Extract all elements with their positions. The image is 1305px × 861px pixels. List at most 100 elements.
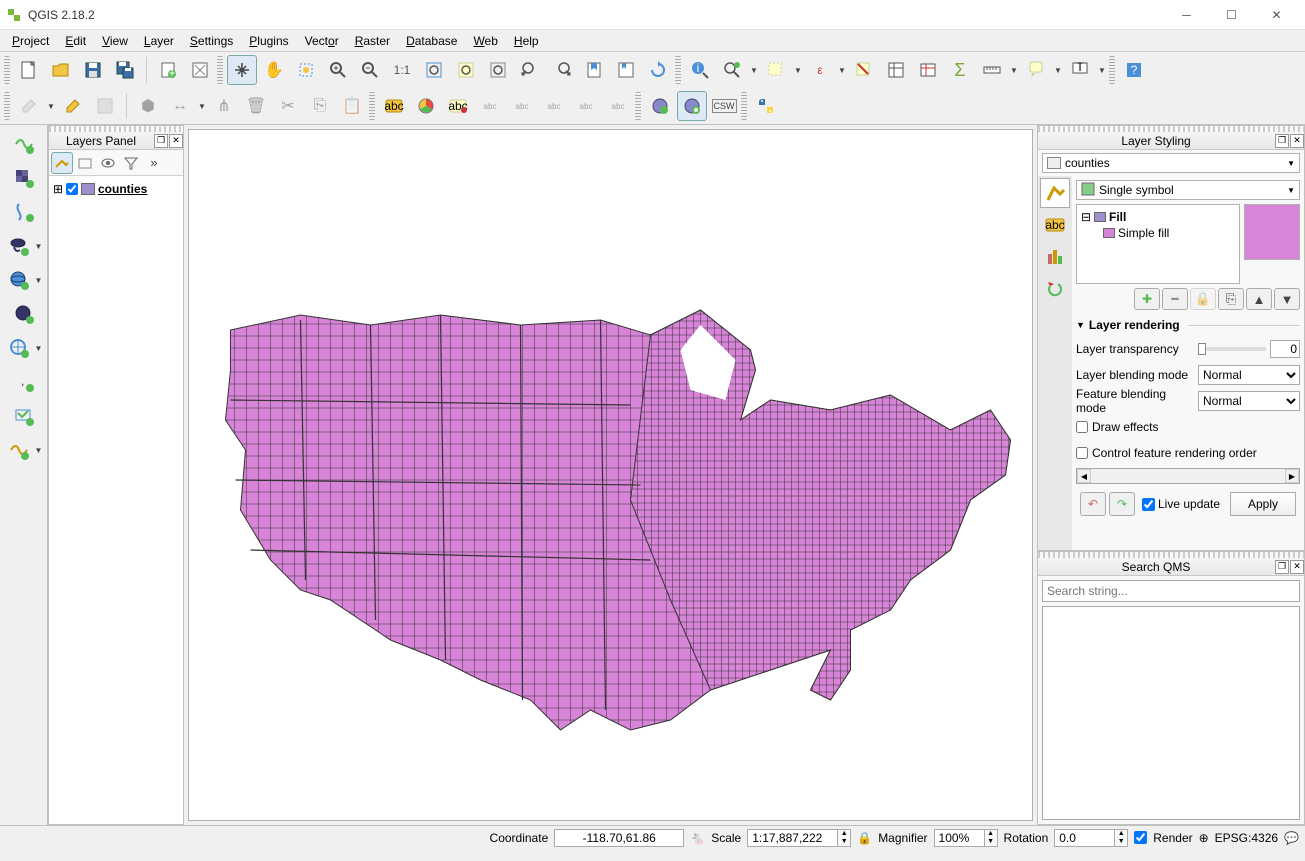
undo-tab[interactable] [1040, 274, 1070, 304]
lock-icon[interactable]: 🔒 [857, 831, 872, 845]
add-group-button[interactable] [74, 152, 96, 174]
tree-collapse-icon[interactable]: ⊟ [1081, 210, 1091, 224]
wms-dropdown[interactable]: ▼ [34, 265, 44, 295]
csw-button[interactable]: CSW [709, 91, 739, 121]
edits-dropdown[interactable]: ▼ [46, 91, 56, 121]
select-expression-button[interactable]: ε [805, 55, 835, 85]
layer-visibility-checkbox[interactable] [66, 183, 78, 195]
crs-icon[interactable]: ⊕ [1199, 831, 1209, 845]
zoom-last-button[interactable] [515, 55, 545, 85]
label-button[interactable]: abc [379, 91, 409, 121]
add-csv-button[interactable]: , [9, 367, 39, 397]
search-qms-results[interactable] [1042, 606, 1300, 820]
new-shapefile-button[interactable] [4, 435, 34, 465]
magnifier-field[interactable]: 100% ▲▼ [934, 829, 998, 847]
map-canvas[interactable] [188, 129, 1033, 821]
zoom-in-icon-button[interactable] [323, 55, 353, 85]
draw-effects-checkbox[interactable] [1076, 421, 1088, 433]
select-feature-button[interactable] [761, 55, 791, 85]
add-postgis-button[interactable] [4, 231, 34, 261]
style-tab[interactable] [1040, 178, 1070, 208]
add-symbol-button[interactable]: ✚ [1134, 288, 1160, 310]
zoom-in-button[interactable] [291, 55, 321, 85]
manage-visibility-button[interactable] [97, 152, 119, 174]
annotation-button[interactable]: T [1065, 55, 1095, 85]
label-highlight-button[interactable]: abc [443, 91, 473, 121]
search-qms-header[interactable]: Search QMS ❐ ✕ [1038, 558, 1304, 576]
select-expr-dropdown[interactable]: ▼ [837, 55, 847, 85]
annotation-dropdown[interactable]: ▼ [1097, 55, 1107, 85]
identify-dropdown[interactable]: ▼ [749, 55, 759, 85]
zoom-full-button[interactable] [419, 55, 449, 85]
new-shape-dropdown[interactable]: ▼ [34, 435, 44, 465]
undo-button[interactable]: ↶ [1080, 492, 1106, 516]
panel-close-button[interactable]: ✕ [169, 134, 183, 148]
add-raster-button[interactable] [9, 163, 39, 193]
toolbar-grip[interactable] [635, 92, 641, 120]
toggle-editing-button[interactable] [58, 91, 88, 121]
measure-dropdown[interactable]: ▼ [1009, 55, 1019, 85]
zoom-out-icon-button[interactable] [355, 55, 385, 85]
renderer-selector[interactable]: Single symbol ▼ [1076, 180, 1300, 200]
zoom-native-button[interactable]: 1:1 [387, 55, 417, 85]
layer-blending-select[interactable]: Normal [1198, 365, 1300, 385]
layers-panel-header[interactable]: Layers Panel ❐ ✕ [49, 132, 183, 150]
filter-button[interactable] [120, 152, 142, 174]
save-as-button[interactable] [110, 55, 140, 85]
sum-button[interactable]: Σ [945, 55, 975, 85]
python-console-button[interactable] [751, 91, 781, 121]
new-composer-button[interactable]: + [153, 55, 183, 85]
layer-item-counties[interactable]: ⊞ counties [53, 180, 179, 198]
scroll-left-button[interactable]: ◀ [1077, 469, 1091, 483]
dropdown-arrow-icon[interactable]: ▼ [1287, 159, 1295, 168]
help-button[interactable]: ? [1119, 55, 1149, 85]
rotation-field[interactable]: 0.0 ▲▼ [1054, 829, 1128, 847]
transparency-slider[interactable] [1198, 347, 1266, 351]
layer-rendering-section[interactable]: Layer rendering [1076, 318, 1300, 332]
styling-layer-selector[interactable]: counties ▼ [1042, 153, 1300, 173]
window-minimize-button[interactable]: ─ [1164, 1, 1209, 29]
pan-button[interactable] [227, 55, 257, 85]
search-qms-input[interactable] [1042, 580, 1300, 602]
panel-close-button[interactable]: ✕ [1290, 560, 1304, 574]
remove-symbol-button[interactable]: ━ [1162, 288, 1188, 310]
save-project-button[interactable] [78, 55, 108, 85]
zoom-to-layer-button[interactable] [483, 55, 513, 85]
menu-project[interactable]: Project [4, 32, 57, 50]
identify-plus-button[interactable] [717, 55, 747, 85]
osm-download-button[interactable] [645, 91, 675, 121]
layer-style-button[interactable] [51, 152, 73, 174]
menu-edit[interactable]: Edit [57, 32, 94, 50]
coordinate-field[interactable]: -118.70,61.86 [554, 829, 684, 847]
map-tips-button[interactable] [1021, 55, 1051, 85]
move-dropdown[interactable]: ▼ [197, 91, 207, 121]
add-vector-button[interactable] [9, 129, 39, 159]
tree-expand-icon[interactable]: ⊞ [53, 182, 63, 196]
menu-view[interactable]: View [94, 32, 136, 50]
symbol-layer-tree[interactable]: ⊟ Fill Simple fill [1076, 204, 1240, 284]
symbol-simple-fill-row[interactable]: Simple fill [1081, 225, 1235, 241]
apply-button[interactable]: Apply [1230, 492, 1296, 516]
panel-undock-button[interactable]: ❐ [154, 134, 168, 148]
show-bookmarks-button[interactable] [611, 55, 641, 85]
dropdown-arrow-icon[interactable]: ▼ [1287, 186, 1295, 195]
label-tab[interactable]: abc [1040, 210, 1070, 240]
panel-close-button[interactable]: ✕ [1290, 134, 1304, 148]
osm-browse-button[interactable] [677, 91, 707, 121]
add-wms-button[interactable] [4, 265, 34, 295]
layer-styling-header[interactable]: Layer Styling ❐ ✕ [1038, 132, 1304, 150]
menu-help[interactable]: Help [506, 32, 547, 50]
panel-undock-button[interactable]: ❐ [1275, 134, 1289, 148]
add-virtual-button[interactable] [9, 401, 39, 431]
add-delimited-button[interactable] [9, 197, 39, 227]
add-wfs-button[interactable] [4, 333, 34, 363]
open-project-button[interactable] [46, 55, 76, 85]
wfs-dropdown[interactable]: ▼ [34, 333, 44, 363]
duplicate-symbol-button[interactable]: ⎘ [1218, 288, 1244, 310]
history-tab[interactable] [1040, 242, 1070, 272]
control-order-checkbox[interactable] [1076, 447, 1088, 459]
move-up-button[interactable]: ▲ [1246, 288, 1272, 310]
select-dropdown[interactable]: ▼ [793, 55, 803, 85]
add-wcs-button[interactable] [9, 299, 39, 329]
toolbar-grip[interactable] [4, 56, 10, 84]
